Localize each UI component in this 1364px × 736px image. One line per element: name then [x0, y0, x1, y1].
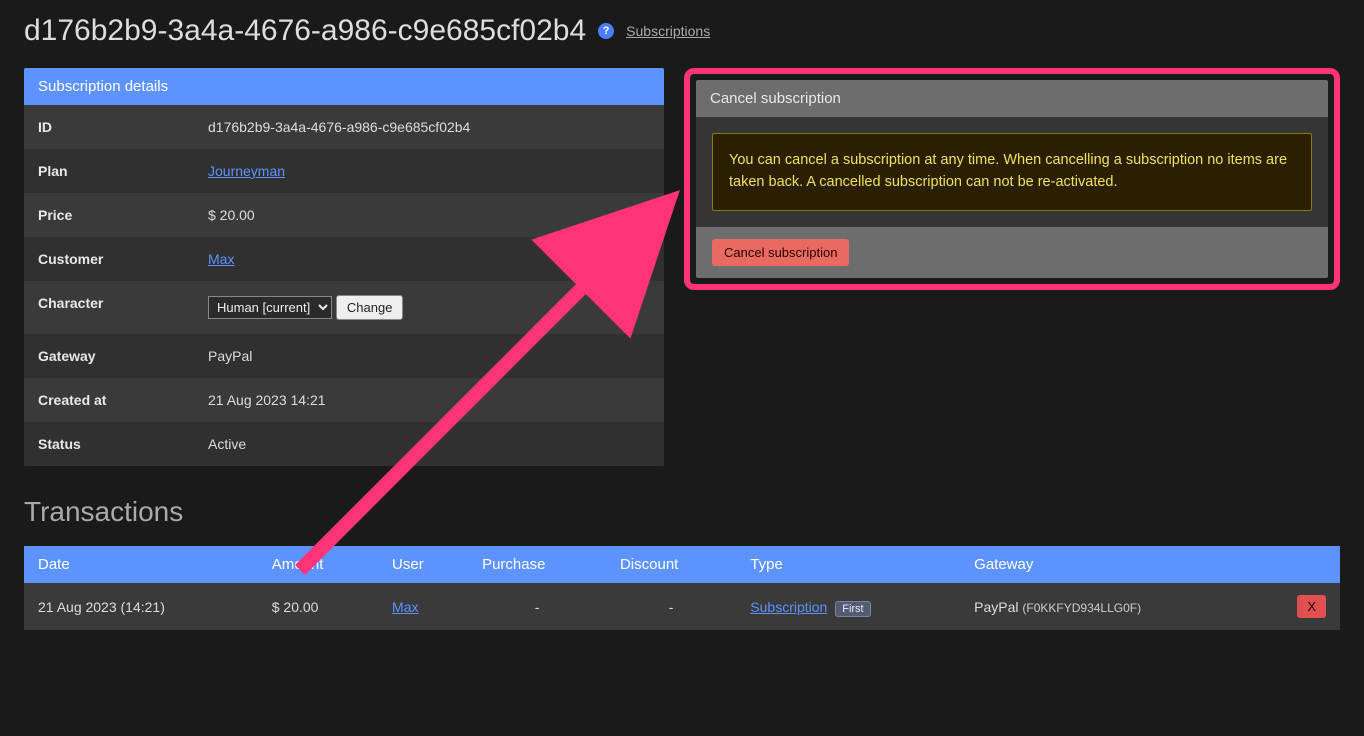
col-user: User — [378, 546, 468, 583]
character-select[interactable]: Human [current] — [208, 296, 332, 319]
change-button[interactable]: Change — [336, 295, 404, 320]
cell-date: 21 Aug 2023 (14:21) — [24, 583, 258, 630]
detail-row-created: Created at 21 Aug 2023 14:21 — [24, 378, 664, 422]
col-actions — [1254, 546, 1340, 583]
delete-transaction-button[interactable]: X — [1297, 595, 1326, 618]
customer-link[interactable]: Max — [208, 251, 234, 267]
detail-row-customer: Customer Max — [24, 237, 664, 281]
cell-purchase: - — [468, 583, 606, 630]
detail-value: PayPal — [208, 348, 650, 364]
detail-label: Gateway — [38, 348, 208, 364]
table-row: 21 Aug 2023 (14:21) $ 20.00 Max - - Subs… — [24, 583, 1340, 630]
detail-row-plan: Plan Journeyman — [24, 149, 664, 193]
detail-label: Status — [38, 436, 208, 452]
transactions-table: Date Amount User Purchase Discount Type … — [24, 546, 1340, 630]
detail-value: 21 Aug 2023 14:21 — [208, 392, 650, 408]
subscription-details-panel: Subscription details ID d176b2b9-3a4a-46… — [24, 68, 664, 466]
detail-label: Customer — [38, 251, 208, 267]
page-title: d176b2b9-3a4a-4676-a986-c9e685cf02b4 — [24, 14, 586, 48]
col-discount: Discount — [606, 546, 736, 583]
col-amount: Amount — [258, 546, 378, 583]
detail-label: Plan — [38, 163, 208, 179]
panel-title: Subscription details — [24, 68, 664, 105]
cell-user: Max — [378, 583, 468, 630]
cancel-subscription-button[interactable]: Cancel subscription — [712, 239, 849, 266]
detail-label: Price — [38, 207, 208, 223]
type-link[interactable]: Subscription — [750, 599, 827, 615]
plan-link[interactable]: Journeyman — [208, 163, 285, 179]
cell-discount: - — [606, 583, 736, 630]
detail-label: Character — [38, 295, 208, 320]
help-icon[interactable]: ? — [598, 23, 614, 39]
col-date: Date — [24, 546, 258, 583]
first-badge: First — [835, 601, 870, 617]
detail-row-id: ID d176b2b9-3a4a-4676-a986-c9e685cf02b4 — [24, 105, 664, 149]
detail-row-character: Character Human [current] Change — [24, 281, 664, 334]
breadcrumb-subscriptions[interactable]: Subscriptions — [626, 23, 710, 39]
cell-amount: $ 20.00 — [258, 583, 378, 630]
user-link[interactable]: Max — [392, 599, 418, 615]
cell-type: Subscription First — [736, 583, 960, 630]
gateway-name: PayPal — [974, 599, 1018, 615]
cancel-subscription-panel: Cancel subscription You can cancel a sub… — [696, 80, 1328, 278]
page-header: d176b2b9-3a4a-4676-a986-c9e685cf02b4 ? S… — [24, 0, 1340, 68]
transactions-title: Transactions — [24, 496, 1340, 528]
detail-row-gateway: Gateway PayPal — [24, 334, 664, 378]
highlight-annotation: Cancel subscription You can cancel a sub… — [684, 68, 1340, 290]
gateway-ref: (F0KKFYD934LLG0F) — [1022, 601, 1141, 615]
col-type: Type — [736, 546, 960, 583]
detail-row-price: Price $ 20.00 — [24, 193, 664, 237]
detail-value: Active — [208, 436, 650, 452]
detail-label: Created at — [38, 392, 208, 408]
col-gateway: Gateway — [960, 546, 1254, 583]
col-purchase: Purchase — [468, 546, 606, 583]
detail-row-status: Status Active — [24, 422, 664, 466]
detail-value: d176b2b9-3a4a-4676-a986-c9e685cf02b4 — [208, 119, 650, 135]
detail-value: $ 20.00 — [208, 207, 650, 223]
panel-title: Cancel subscription — [696, 80, 1328, 117]
detail-label: ID — [38, 119, 208, 135]
table-header-row: Date Amount User Purchase Discount Type … — [24, 546, 1340, 583]
cell-gateway: PayPal (F0KKFYD934LLG0F) — [960, 583, 1254, 630]
cancel-warning: You can cancel a subscription at any tim… — [712, 133, 1312, 211]
